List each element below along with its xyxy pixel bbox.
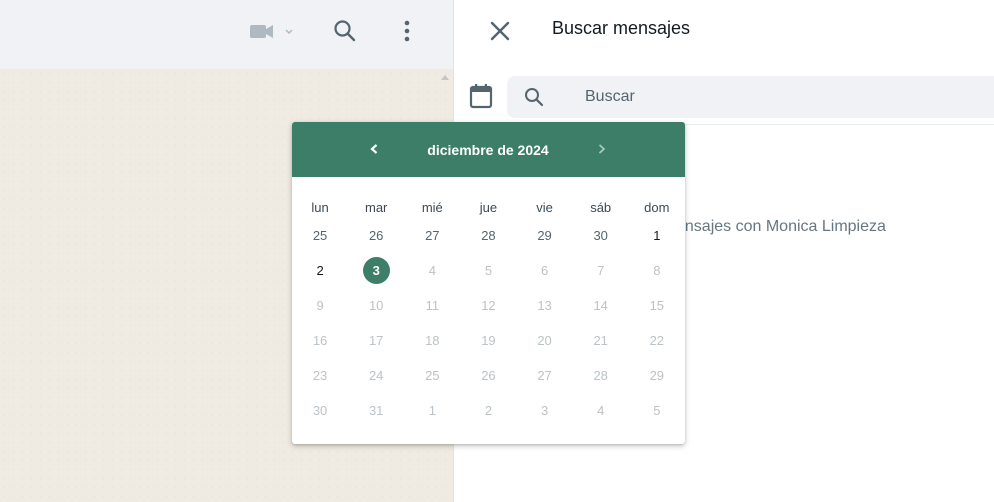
weekday-label: lun: [311, 200, 329, 215]
calendar-day: 9: [316, 298, 324, 313]
scroll-up-arrow-icon[interactable]: [441, 74, 449, 80]
calendar-day: 24: [368, 368, 384, 383]
calendar-day: 4: [428, 263, 436, 278]
calendar-day: 16: [312, 333, 328, 348]
search-chat-button[interactable]: [328, 14, 362, 48]
calendar-day: 28: [593, 368, 608, 383]
close-button[interactable]: [484, 16, 516, 46]
date-picker: diciembre de 2024 lun mar mié jue vie sá…: [292, 122, 685, 444]
month-label: diciembre de 2024: [427, 142, 549, 158]
calendar-day: 30: [312, 403, 328, 418]
calendar-day[interactable]: 27: [404, 218, 460, 253]
menu-dots-icon: [404, 20, 410, 42]
weekday-label: dom: [644, 200, 670, 215]
calendar-day: 14: [593, 298, 608, 313]
calendar-day: 10: [368, 298, 384, 313]
search-box: [507, 76, 994, 118]
calendar-day: 3: [540, 403, 549, 418]
calendar-day: 25: [425, 368, 440, 383]
panel-header: Buscar mensajes: [454, 0, 994, 60]
calendar-day: 15: [649, 298, 665, 313]
calendar-day: 1: [428, 403, 436, 418]
video-call-icon: [250, 25, 293, 38]
calendar-day: 29: [649, 368, 665, 383]
calendar-day: 17: [368, 333, 384, 348]
weekday-label: vie: [536, 200, 553, 215]
calendar-day: 23: [312, 368, 328, 383]
calendar-day[interactable]: 28: [460, 218, 516, 253]
close-icon: [490, 21, 510, 41]
calendar-day[interactable]: 2: [292, 253, 348, 288]
calendar-day: 27: [537, 368, 552, 383]
calendar-button[interactable]: [468, 82, 494, 110]
calendar-day: 5: [653, 403, 661, 418]
calendar-day: 20: [537, 333, 552, 348]
weekday-label: mar: [364, 200, 388, 215]
day-grid: 25 26 27 28 29 30 1 2 3 4 5 6 7 8 9 10 1…: [292, 218, 685, 428]
calendar-day: 31: [368, 403, 384, 418]
chevron-left-icon: [370, 144, 378, 154]
weekday-label: sáb: [590, 200, 612, 215]
calendar-day[interactable]: 25: [292, 218, 348, 253]
previous-month-button[interactable]: [363, 138, 385, 160]
weekday-row: lun mar mié jue vie sáb dom: [292, 200, 685, 215]
date-picker-header: diciembre de 2024: [292, 122, 685, 177]
calendar-day: 6: [540, 263, 549, 278]
calendar-day: 8: [653, 263, 661, 278]
video-call-button[interactable]: [244, 18, 296, 46]
calendar-day: 13: [537, 298, 552, 313]
calendar-day: 22: [649, 333, 665, 348]
calendar-day: 5: [484, 263, 493, 278]
next-month-button[interactable]: [591, 138, 613, 160]
search-info-text: ensajes con Monica Limpieza: [676, 218, 886, 235]
chat-header: [0, 0, 454, 69]
calendar-day: 12: [481, 298, 496, 313]
calendar-day: 26: [481, 368, 496, 383]
menu-button[interactable]: [394, 14, 420, 48]
chevron-right-icon: [598, 144, 606, 154]
calendar-day[interactable]: 26: [348, 218, 404, 253]
search-icon: [334, 20, 356, 42]
calendar-day[interactable]: 1: [629, 218, 685, 253]
calendar-day: 7: [597, 263, 605, 278]
calendar-day: 21: [593, 333, 608, 348]
calendar-day: 2: [484, 403, 493, 418]
calendar-day: 19: [481, 333, 496, 348]
calendar-day[interactable]: 29: [517, 218, 573, 253]
calendar-day-selected[interactable]: 3: [348, 253, 404, 288]
panel-title: Buscar mensajes: [552, 18, 691, 38]
calendar-day: 11: [425, 298, 440, 313]
weekday-label: jue: [479, 200, 498, 215]
calendar-day[interactable]: 30: [573, 218, 629, 253]
search-icon: [525, 88, 544, 107]
calendar-day: 18: [425, 333, 440, 348]
weekday-label: mié: [421, 200, 443, 215]
search-input[interactable]: [585, 84, 965, 110]
calendar-icon: [469, 84, 493, 109]
calendar-day: 4: [597, 403, 605, 418]
